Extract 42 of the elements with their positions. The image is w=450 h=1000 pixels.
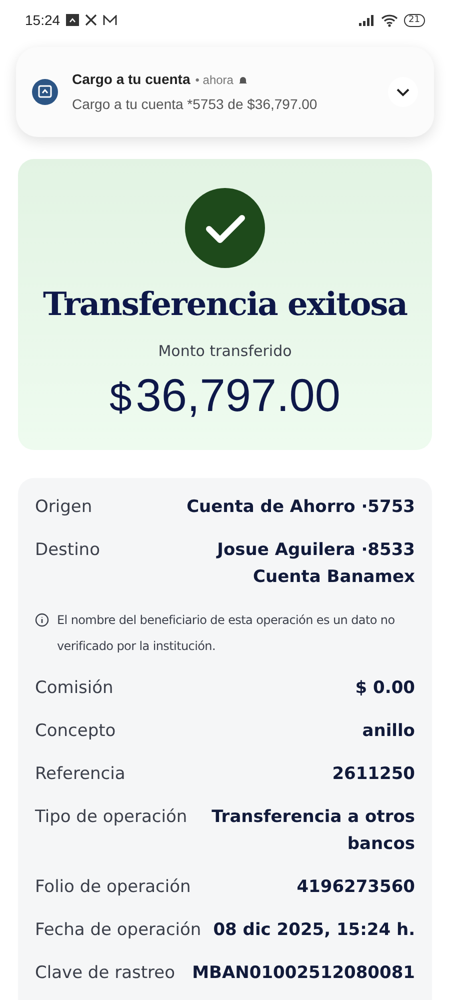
notification-title: Cargo a tu cuenta [72, 70, 190, 89]
detail-label: Concepto [35, 720, 116, 743]
battery-indicator: 21 [404, 14, 425, 26]
detail-label: Tipo de operación [35, 806, 188, 829]
detail-value: Cuenta de Ahorro ·5753 [186, 496, 415, 519]
chevron-icon [396, 88, 410, 96]
wifi-icon [380, 14, 398, 26]
detail-value: 2611250 [332, 763, 415, 786]
detail-value: 08 dic 2025, 15:24 h. [213, 919, 416, 942]
detail-label: Fecha de operación [35, 919, 202, 942]
notification-card[interactable]: Cargo a tu cuenta • ahora Cargo a tu cuenta *5753 de $36,797.00 [16, 47, 434, 137]
detail-value: MBAN01002512080081 [192, 962, 415, 985]
expand-button[interactable] [388, 77, 418, 107]
detail-value: Cuenta Banamex [253, 566, 415, 589]
app-icon [32, 79, 58, 105]
mail-icon [103, 14, 118, 26]
status-time: 15:24 [25, 10, 60, 30]
info-note: El nombre del beneficiario de esta operación es un dato no verificado por la institución. [57, 612, 396, 655]
transfer-amount: 36,797.00 [136, 368, 340, 420]
notification-message: Cargo a tu cuenta *5753 de $36,797.00 [72, 95, 318, 114]
detail-label: Origen [35, 496, 92, 519]
detail-value: 4196273560 [296, 876, 415, 899]
notification-time: • ahora [195, 72, 234, 88]
detail-value: Josue Aguilera ·8533 [217, 539, 415, 562]
detail-value: bancos [347, 833, 415, 856]
result-title: Transferencia exitosa [43, 284, 407, 324]
signal-icon [358, 14, 375, 26]
amount-label: Monto transferido [158, 341, 292, 362]
checkmark-icon [185, 188, 265, 268]
detail-value: $ 0.00 [355, 677, 415, 700]
detail-value: anillo [362, 720, 415, 743]
detail-label: Folio de operación [35, 876, 191, 899]
detail-label: Comisión [35, 677, 114, 700]
currency-symbol: $ [110, 374, 132, 422]
detail-label: Destino [35, 539, 100, 562]
info-icon [35, 613, 49, 627]
detail-label: Referencia [35, 763, 126, 786]
x-logo-icon [85, 14, 98, 26]
bell-icon [238, 74, 248, 84]
detail-label: Clave de rastreo [35, 962, 175, 985]
image-notification-icon [66, 14, 80, 26]
detail-value: Transferencia a otros [212, 806, 415, 829]
